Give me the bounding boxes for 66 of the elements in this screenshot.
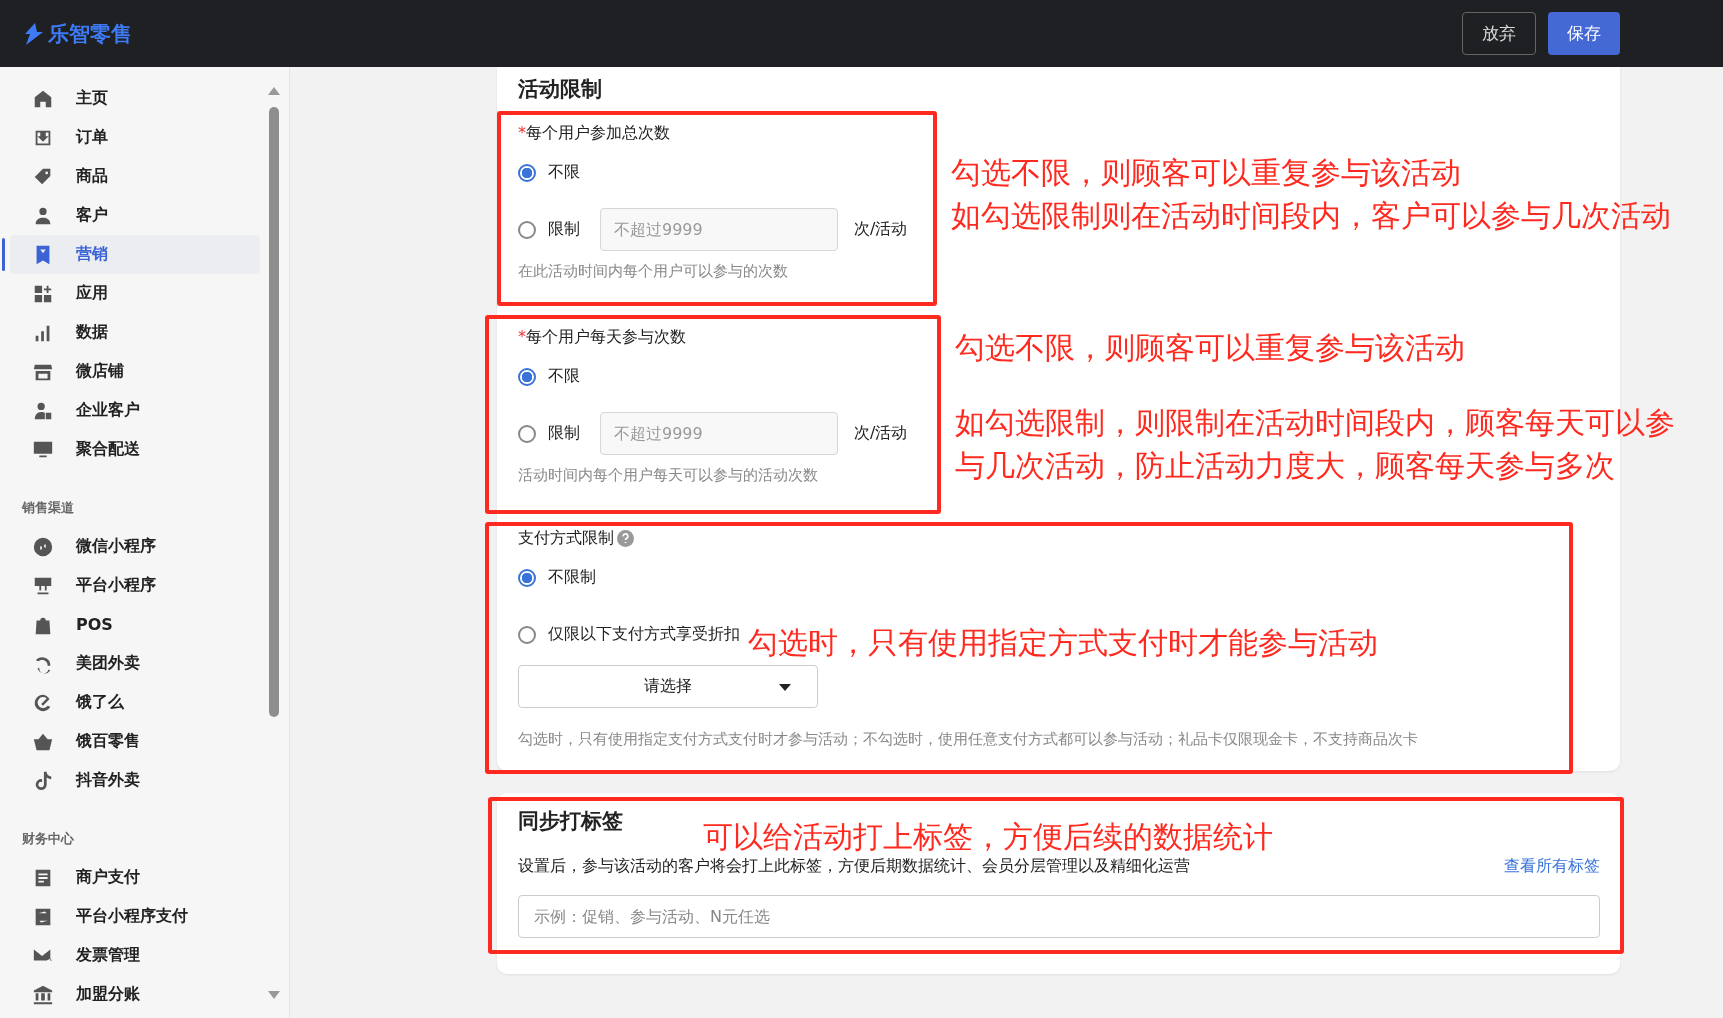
input-field[interactable]: 不超过9999: [600, 208, 838, 251]
nav-item[interactable]: 主页: [10, 79, 260, 118]
caret-icon: [779, 684, 791, 691]
nav-icon: [32, 983, 54, 1006]
help-text: 在此活动时间内每个用户可以参与的次数: [518, 262, 789, 281]
nav-item[interactable]: 客户: [10, 196, 260, 235]
field-label-text: 每个用户参加总次数: [526, 123, 670, 142]
field-label-text: 每个用户每天参与次数: [526, 327, 686, 346]
radio-label[interactable]: 不限制: [548, 567, 596, 588]
discard-button[interactable]: 放弃: [1462, 12, 1536, 55]
help-icon[interactable]: [617, 530, 634, 547]
nav-item[interactable]: 平台小程序支付: [10, 897, 260, 936]
nav-icon: [32, 535, 54, 558]
nav-item[interactable]: 聚合配送: [10, 430, 260, 469]
nav-item[interactable]: 饿百零售: [10, 722, 260, 761]
logo-icon: [24, 22, 44, 45]
help-text: 勾选时，只有使用指定支付方式支付时才参与活动；不勾选时，使用任意支付方式都可以参与活动；礼品卡仅限现金卡，不支持商品次卡: [518, 730, 1419, 749]
nav-item[interactable]: POS: [10, 605, 260, 644]
nav-item[interactable]: 商品: [10, 157, 260, 196]
nav-item[interactable]: 数据: [10, 313, 260, 352]
radio-label[interactable]: 仅限以下支付方式享受折扣: [548, 624, 740, 645]
description-text: 设置后，参与该活动的客户将会打上此标签，方便后期数据统计、会员分层管理以及精细化运营: [518, 856, 1190, 877]
annotation-text: 如勾选限制，则限制在活动时间段内，顾客每天可以参与几次活动，防止活动力度大，顾客每天参与多次: [955, 404, 1676, 485]
app-logo: 乐智零售: [48, 20, 132, 48]
section-title: 同步打标签: [518, 808, 623, 835]
required-mark: *: [518, 123, 526, 142]
nav-item[interactable]: 抖音外卖: [10, 761, 260, 800]
field-label: 支付方式限制: [518, 528, 614, 549]
radio-button[interactable]: [518, 367, 536, 386]
radio-button[interactable]: [518, 424, 536, 443]
radio-label[interactable]: 不限: [548, 162, 580, 183]
nav-item[interactable]: 商户支付: [10, 858, 260, 897]
input-field[interactable]: 不超过9999: [600, 412, 838, 455]
nav-item[interactable]: 订单: [10, 118, 260, 157]
annotation-text: 勾选不限，则顾客可以重复参与该活动: [951, 154, 1462, 192]
annotation-text: 勾选时，只有使用指定方式支付时才能参与活动: [748, 624, 1378, 662]
help-text: 活动时间内每个用户每天可以参与的活动次数: [518, 466, 819, 485]
nav-item[interactable]: 应用: [10, 274, 260, 313]
nav-item[interactable]: 加盟分账: [10, 975, 260, 1014]
radio-label[interactable]: 不限: [548, 366, 580, 387]
annotation-text: 如勾选限制则在活动时间段内，客户可以参与几次活动: [951, 197, 1672, 235]
nav-section-title: 财务中心: [21, 830, 75, 848]
annotation-text: 可以给活动打上标签，方便后续的数据统计: [703, 818, 1273, 856]
select-dropdown[interactable]: 请选择: [518, 665, 818, 708]
unit-label: 次/活动: [854, 219, 908, 240]
radio-button[interactable]: [518, 568, 536, 587]
tag-input-field[interactable]: 示例：促销、参与活动、N元任选: [518, 895, 1600, 938]
radio-button[interactable]: [518, 163, 536, 182]
radio-button[interactable]: [518, 625, 536, 644]
nav-item[interactable]: 微店铺: [10, 352, 260, 391]
radio-label[interactable]: 限制: [548, 219, 580, 240]
nav-item[interactable]: 发票管理: [10, 936, 260, 975]
radio-button[interactable]: [518, 220, 536, 239]
nav-item[interactable]: 美团外卖: [10, 644, 260, 683]
annotation-text: 勾选不限，则顾客可以重复参与该活动: [955, 329, 1466, 367]
radio-label[interactable]: 限制: [548, 423, 580, 444]
nav-item[interactable]: 饿了么: [10, 683, 260, 722]
save-button[interactable]: 保存: [1548, 12, 1620, 55]
nav-section-title: 销售渠道: [20, 499, 75, 517]
unit-label: 次/活动: [854, 423, 908, 444]
required-mark: *: [518, 327, 526, 346]
view-all-tags-link[interactable]: 查看所有标签: [1504, 856, 1600, 877]
nav-item[interactable]: 平台小程序: [10, 566, 260, 605]
nav-item[interactable]: 微信小程序: [10, 527, 260, 566]
nav-item[interactable]: 企业客户: [10, 391, 260, 430]
section-title: 活动限制: [518, 76, 603, 103]
